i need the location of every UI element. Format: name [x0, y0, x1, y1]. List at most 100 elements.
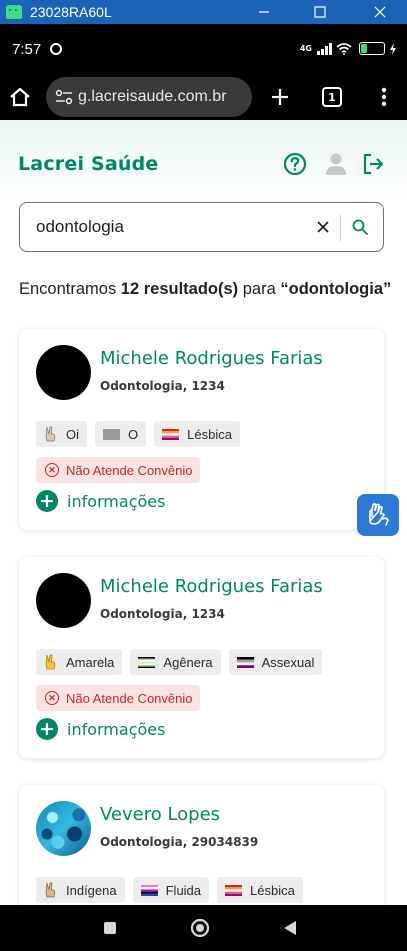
clock: 7:57	[12, 40, 42, 58]
tag-label: Indígena	[66, 882, 117, 898]
results-summary: Encontramos 12 resultado(s) para “odonto…	[19, 280, 391, 299]
info-toggle[interactable]: + informações	[36, 718, 165, 740]
agender-flag-icon	[138, 656, 156, 668]
tag-orientation: Lésbica	[154, 421, 240, 447]
profile-button[interactable]	[323, 151, 349, 177]
tag-label: Assexual	[261, 654, 315, 670]
url-text: g.lacreisaude.com.br	[78, 88, 227, 105]
tag-list: Oi O Lésbica	[36, 421, 240, 447]
recents-button[interactable]	[90, 905, 130, 951]
wifi-icon	[336, 42, 352, 55]
browser-toolbar: g.lacreisaude.com.br 1	[0, 74, 407, 120]
navigation-bar	[0, 905, 407, 951]
tag-label: Lésbica	[187, 426, 232, 442]
insurance-badge: ✕ Não Atende Convênio	[36, 685, 201, 711]
avatar	[36, 345, 91, 400]
tag-ethnicity: Amarela	[36, 649, 123, 675]
tab-count: 1	[322, 87, 342, 107]
maximize-button[interactable]	[305, 0, 335, 24]
tag-gender: Fluida	[132, 877, 210, 903]
lesbian-flag-icon	[225, 884, 243, 896]
results-middle: para	[238, 280, 281, 298]
tag-gender: Agênera	[130, 649, 221, 675]
close-icon	[317, 221, 329, 233]
tag-label: Amarela	[66, 654, 115, 670]
window-title-bar: 23028RA60L	[0, 0, 407, 24]
search-input[interactable]	[36, 217, 306, 237]
tag-gender: O	[95, 421, 147, 447]
more-vert-icon	[381, 87, 387, 107]
tag-label: Fluida	[165, 882, 202, 898]
maximize-icon	[314, 6, 326, 18]
x-circle-icon: ✕	[45, 463, 59, 477]
asexual-flag-icon	[236, 656, 254, 668]
browser-menu-button[interactable]	[366, 74, 402, 120]
professional-card: Michele Rodrigues Farias Odontologia, 12…	[19, 557, 384, 758]
sign-language-button[interactable]	[357, 494, 399, 536]
status-bar: 7:57 4G 23	[0, 24, 407, 74]
tag-orientation: Lésbica	[217, 877, 303, 903]
tab-switcher-button[interactable]: 1	[314, 74, 350, 120]
hand-peace-icon	[44, 654, 58, 670]
avatar	[36, 801, 91, 856]
minimize-button[interactable]	[249, 0, 279, 24]
search-divider	[340, 215, 341, 241]
search-button[interactable]	[351, 218, 369, 236]
tag-list: Indígena Fluida Lésbica	[36, 877, 303, 903]
tag-ethnicity: Oi	[36, 421, 87, 447]
info-label: informações	[67, 491, 166, 511]
charging-icon	[390, 42, 396, 55]
tag-ethnicity: Indígena	[36, 877, 125, 903]
insurance-badge: ✕ Não Atende Convênio	[36, 457, 201, 483]
android-icon	[6, 5, 22, 19]
tag-label: Agênera	[163, 654, 213, 670]
professional-card: Michele Rodrigues Farias Odontologia, 12…	[19, 329, 384, 530]
tag-label: Lésbica	[250, 882, 295, 898]
search-box	[19, 202, 384, 252]
sign-language-icon	[369, 503, 389, 526]
help-icon	[283, 152, 307, 176]
results-prefix: Encontramos	[19, 280, 121, 298]
back-icon	[284, 921, 296, 935]
battery-icon: 23	[359, 42, 385, 55]
hand-peace-icon	[44, 426, 58, 442]
site-settings-icon[interactable]	[52, 89, 76, 105]
results-count: 12 resultado(s)	[120, 280, 239, 298]
tag-list: Amarela Agênera Assexual	[36, 649, 323, 675]
professional-specialty: Odontologia, 1234	[100, 607, 225, 621]
insurance-label: Não Atende Convênio	[66, 690, 193, 706]
x-circle-icon: ✕	[45, 691, 59, 705]
hand-peace-icon	[44, 882, 58, 898]
signal-icon	[317, 42, 332, 55]
plus-circle-icon: +	[36, 490, 58, 512]
site-logo[interactable]: Lacrei Saúde	[18, 153, 159, 175]
new-tab-button[interactable]	[262, 74, 298, 120]
info-toggle[interactable]: + informações	[36, 490, 165, 512]
professional-name[interactable]: Vevero Lopes	[100, 804, 220, 825]
home-icon	[10, 87, 30, 107]
info-label: informações	[67, 719, 166, 739]
back-button[interactable]	[270, 905, 310, 951]
professional-specialty: Odontologia, 1234	[100, 379, 225, 393]
tag-label: O	[128, 426, 139, 442]
logout-button[interactable]	[360, 151, 386, 177]
user-icon	[326, 153, 346, 175]
lesbian-flag-icon	[162, 428, 180, 440]
professional-name[interactable]: Michele Rodrigues Farias	[100, 576, 323, 597]
help-button[interactable]	[282, 151, 308, 177]
home-nav-button[interactable]	[180, 905, 220, 951]
professional-name[interactable]: Michele Rodrigues Farias	[100, 348, 323, 369]
genderfluid-flag-icon	[140, 884, 158, 896]
window-title: 23028RA60L	[30, 4, 112, 20]
home-button[interactable]	[0, 74, 40, 120]
sync-icon	[50, 43, 63, 55]
address-bar[interactable]: g.lacreisaude.com.br	[46, 77, 252, 117]
close-window-button[interactable]	[365, 0, 395, 24]
minimize-icon	[259, 11, 269, 13]
gray-flag-icon	[103, 428, 120, 440]
professional-specialty: Odontologia, 29034839	[100, 835, 259, 849]
search-icon	[352, 219, 368, 235]
avatar	[36, 573, 91, 628]
clear-search-button[interactable]	[313, 217, 333, 237]
tag-orientation: Assexual	[228, 649, 323, 675]
